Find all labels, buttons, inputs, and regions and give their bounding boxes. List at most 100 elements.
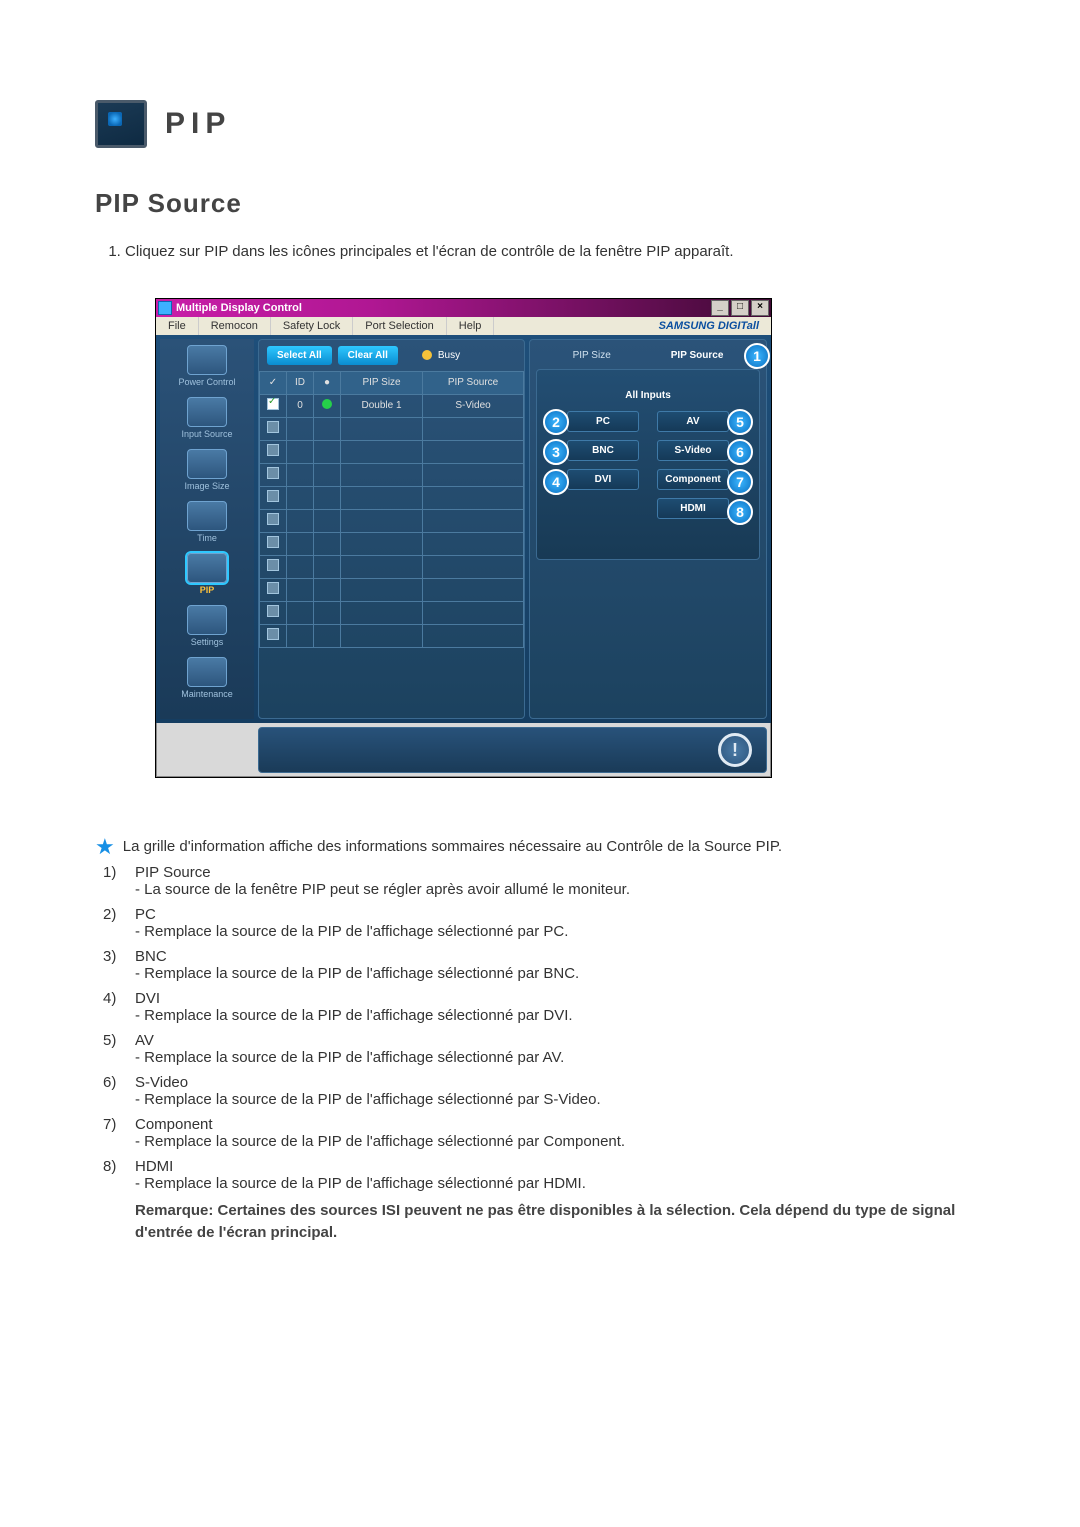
row-checkbox[interactable]	[267, 490, 279, 502]
list-item: 3)BNC - Remplace la source de la PIP de …	[103, 948, 990, 982]
tab-pip-source[interactable]: PIP Source	[671, 350, 724, 361]
input-icon	[187, 397, 227, 427]
tab-pip-size[interactable]: PIP Size	[573, 350, 611, 361]
svideo-button[interactable]: S-Video	[657, 440, 729, 461]
sidebar-item-settings[interactable]: Settings	[160, 605, 254, 647]
callout-1: 1	[744, 343, 770, 369]
monitor-pip-icon	[95, 100, 147, 148]
select-all-button[interactable]: Select All	[267, 346, 332, 365]
power-icon	[187, 345, 227, 375]
busy-label: Busy	[438, 350, 460, 361]
callout-7: 7	[727, 469, 753, 495]
sidebar-item-input[interactable]: Input Source	[160, 397, 254, 439]
table-row	[260, 555, 524, 578]
menu-safetylock[interactable]: Safety Lock	[271, 317, 353, 335]
info-icon[interactable]: !	[718, 733, 752, 767]
sidebar: Power Control Input Source Image Size Ti…	[160, 339, 254, 719]
col-check[interactable]: ✓	[260, 371, 287, 394]
minimize-button[interactable]: _	[711, 300, 729, 316]
close-button[interactable]: ×	[751, 300, 769, 316]
callout-2: 2	[543, 409, 569, 435]
star-text: La grille d'information affiche des info…	[123, 838, 782, 856]
row-checkbox[interactable]	[267, 467, 279, 479]
menu-portsel[interactable]: Port Selection	[353, 317, 446, 335]
callout-8: 8	[727, 499, 753, 525]
remark: Remarque: Certaines des sources ISI peuv…	[135, 1200, 990, 1245]
row-checkbox[interactable]	[267, 559, 279, 571]
page-title: PIP	[165, 107, 231, 141]
row-pipsource: S-Video	[423, 394, 524, 417]
col-pipsource: PIP Source	[423, 371, 524, 394]
settings-icon	[187, 605, 227, 635]
row-checkbox[interactable]	[267, 536, 279, 548]
list-item: 1)PIP Source - La source de la fenêtre P…	[103, 864, 990, 898]
row-status-icon	[322, 399, 332, 409]
row-checkbox[interactable]	[267, 628, 279, 640]
time-icon	[187, 501, 227, 531]
window-title: Multiple Display Control	[176, 302, 302, 314]
table-row	[260, 532, 524, 555]
menu-file[interactable]: File	[156, 317, 199, 335]
star-icon: ★	[95, 838, 115, 856]
row-id: 0	[287, 394, 314, 417]
maximize-button[interactable]: □	[731, 300, 749, 316]
sidebar-item-maintenance[interactable]: Maintenance	[160, 657, 254, 699]
display-table: ✓ ID ● PIP Size PIP Source 0 Double 1 S-…	[259, 371, 524, 648]
mdc-window: Multiple Display Control _ □ × File Remo…	[155, 298, 772, 778]
all-inputs-label: All Inputs	[547, 390, 749, 401]
sidebar-item-time[interactable]: Time	[160, 501, 254, 543]
section-subtitle: PIP Source	[95, 188, 990, 219]
callout-3: 3	[543, 439, 569, 465]
list-item: 7)Component - Remplace la source de la P…	[103, 1116, 990, 1150]
info-grid-panel: Select All Clear All Busy ✓ ID ● PIP Siz…	[258, 339, 525, 719]
list-item: 6)S-Video - Remplace la source de la PIP…	[103, 1074, 990, 1108]
dvi-button[interactable]: DVI	[567, 469, 639, 490]
table-row: 0 Double 1 S-Video	[260, 394, 524, 417]
col-id: ID	[287, 371, 314, 394]
component-button[interactable]: Component	[657, 469, 729, 490]
row-checkbox[interactable]	[267, 398, 279, 410]
row-pipsize: Double 1	[341, 394, 423, 417]
callout-5: 5	[727, 409, 753, 435]
col-status: ●	[314, 371, 341, 394]
footer-panel: !	[258, 727, 767, 773]
av-button[interactable]: AV	[657, 411, 729, 432]
titlebar: Multiple Display Control _ □ ×	[156, 299, 771, 317]
table-row	[260, 417, 524, 440]
table-row	[260, 578, 524, 601]
list-item: 5)AV - Remplace la source de la PIP de l…	[103, 1032, 990, 1066]
list-item: 2)PC - Remplace la source de la PIP de l…	[103, 906, 990, 940]
menu-remocon[interactable]: Remocon	[199, 317, 271, 335]
row-checkbox[interactable]	[267, 513, 279, 525]
sidebar-item-pip[interactable]: PIP	[160, 553, 254, 595]
row-checkbox[interactable]	[267, 582, 279, 594]
callout-4: 4	[543, 469, 569, 495]
list-item: 4)DVI - Remplace la source de la PIP de …	[103, 990, 990, 1024]
hdmi-button[interactable]: HDMI	[657, 498, 729, 519]
clear-all-button[interactable]: Clear All	[338, 346, 398, 365]
brand-label: SAMSUNG DIGITall	[647, 317, 771, 335]
row-checkbox[interactable]	[267, 444, 279, 456]
sidebar-item-imagesize[interactable]: Image Size	[160, 449, 254, 491]
pc-button[interactable]: PC	[567, 411, 639, 432]
step-1: Cliquez sur PIP dans les icônes principa…	[125, 241, 990, 264]
pip-icon	[187, 553, 227, 583]
table-row	[260, 486, 524, 509]
imagesize-icon	[187, 449, 227, 479]
description-list: 1)PIP Source - La source de la fenêtre P…	[103, 864, 990, 1245]
menubar: File Remocon Safety Lock Port Selection …	[156, 317, 771, 335]
row-checkbox[interactable]	[267, 605, 279, 617]
list-item: 8)HDMI - Remplace la source de la PIP de…	[103, 1158, 990, 1192]
bnc-button[interactable]: BNC	[567, 440, 639, 461]
maintenance-icon	[187, 657, 227, 687]
sidebar-item-power[interactable]: Power Control	[160, 345, 254, 387]
table-row	[260, 601, 524, 624]
row-checkbox[interactable]	[267, 421, 279, 433]
pip-source-panel: PIP Size PIP Source 1 All Inputs PC AV B…	[529, 339, 767, 719]
table-row	[260, 509, 524, 532]
table-row	[260, 463, 524, 486]
busy-icon	[422, 350, 432, 360]
app-icon	[158, 301, 172, 315]
table-row	[260, 624, 524, 647]
menu-help[interactable]: Help	[447, 317, 495, 335]
